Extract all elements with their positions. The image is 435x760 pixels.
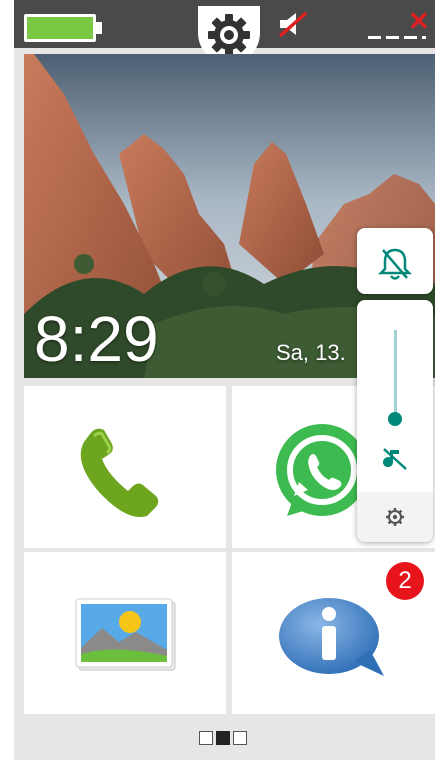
gear-icon xyxy=(208,14,250,56)
lock-date: Sa, 13. xyxy=(276,340,346,365)
bell-off-icon xyxy=(377,248,413,280)
volume-slider-track[interactable] xyxy=(394,330,397,418)
close-icon[interactable]: ✕ xyxy=(408,8,430,34)
page-dot[interactable] xyxy=(233,731,247,745)
lock-time: 8:29 xyxy=(34,303,159,375)
phone-app-tile[interactable] xyxy=(24,386,226,548)
volume-slider-thumb[interactable] xyxy=(388,412,402,426)
signal-dashes xyxy=(368,36,426,39)
volume-panel xyxy=(357,300,433,542)
gallery-icon xyxy=(75,598,176,671)
speaker-off-icon xyxy=(278,11,308,38)
notification-badge: 2 xyxy=(386,562,424,600)
page-dot-current[interactable] xyxy=(216,731,230,745)
phone-icon xyxy=(80,428,159,517)
ringer-mode-button[interactable] xyxy=(357,228,433,294)
battery-full-icon xyxy=(24,14,96,42)
music-off-icon[interactable] xyxy=(381,446,409,472)
gallery-app-tile[interactable] xyxy=(24,552,226,714)
volume-settings-button[interactable] xyxy=(357,492,433,542)
settings-icon xyxy=(386,508,404,526)
battery-tip xyxy=(96,22,102,34)
page-dot[interactable] xyxy=(199,731,213,745)
page-indicator xyxy=(199,731,247,745)
